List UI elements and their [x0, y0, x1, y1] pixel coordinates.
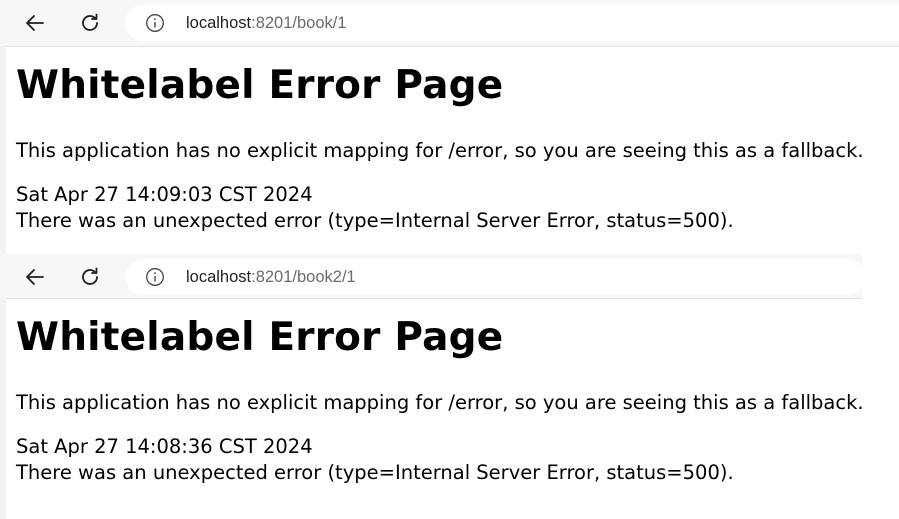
error-description: There was an unexpected error (type=Inte…: [16, 461, 734, 484]
address-bar[interactable]: localhost:8201/book/1: [125, 5, 899, 41]
page-title: Whitelabel Error Page: [16, 63, 504, 108]
back-button[interactable]: [19, 261, 51, 293]
reload-icon: [82, 13, 98, 31]
reload-button[interactable]: [74, 7, 106, 39]
url-text[interactable]: localhost:8201/book2/1: [186, 267, 356, 287]
reload-icon: [82, 267, 98, 285]
error-timestamp: Sat Apr 27 14:09:03 CST 2024: [16, 183, 313, 206]
browser-window-2: localhost:8201/book2/1 Whitelabel Error …: [0, 254, 899, 519]
back-button[interactable]: [19, 7, 51, 39]
address-bar[interactable]: localhost:8201/book2/1: [125, 259, 865, 295]
fallback-message: This application has no explicit mapping…: [16, 391, 864, 414]
info-icon[interactable]: [145, 13, 165, 33]
error-details: Sat Apr 27 14:09:03 CST 2024 There was a…: [16, 182, 896, 234]
url-path: :8201/book2/1: [251, 268, 356, 286]
url-text[interactable]: localhost:8201/book/1: [186, 13, 347, 33]
toolbar-edge: [862, 254, 899, 298]
back-arrow-icon: [26, 15, 44, 31]
url-host: localhost: [186, 14, 252, 32]
browser-window-1: localhost:8201/book/1 Whitelabel Error P…: [0, 0, 899, 254]
browser-toolbar: localhost:8201/book/1: [0, 0, 899, 47]
error-details: Sat Apr 27 14:08:36 CST 2024 There was a…: [16, 434, 896, 486]
fallback-message: This application has no explicit mapping…: [16, 139, 864, 162]
error-timestamp: Sat Apr 27 14:08:36 CST 2024: [16, 435, 313, 458]
url-host: localhost: [186, 268, 252, 286]
page-title: Whitelabel Error Page: [16, 315, 504, 360]
reload-button[interactable]: [74, 261, 106, 293]
browser-toolbar: localhost:8201/book2/1: [0, 254, 865, 299]
url-path: :8201/book/1: [251, 14, 347, 32]
error-description: There was an unexpected error (type=Inte…: [16, 209, 734, 232]
page-content: Whitelabel Error Page This application h…: [16, 55, 896, 234]
page-content: Whitelabel Error Page This application h…: [16, 307, 896, 486]
window-edge: [0, 298, 6, 519]
info-icon[interactable]: [145, 267, 165, 287]
window-edge: [0, 46, 6, 254]
back-arrow-icon: [26, 269, 44, 285]
